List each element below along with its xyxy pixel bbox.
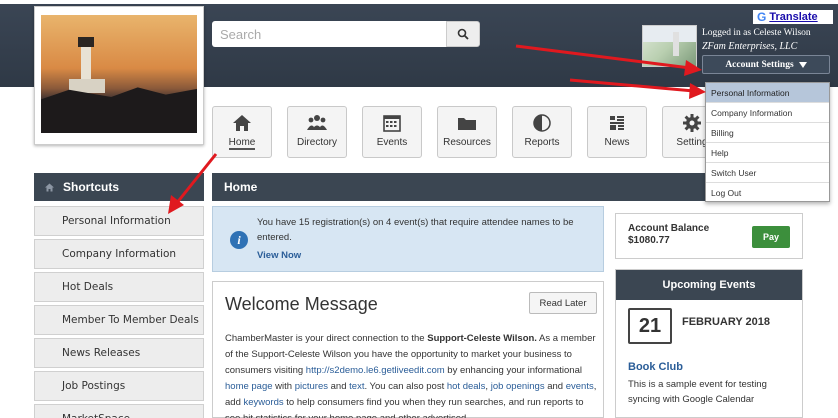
user-info: Logged in as Celeste Wilson ZFam Enterpr… [702, 26, 838, 54]
site-link[interactable]: http://s2demo.le6.getliveedit.com [306, 365, 445, 376]
event-month: FEBRUARY 2018 [682, 316, 771, 328]
google-translate-link[interactable]: G Translate [753, 10, 833, 24]
welcome-title: Welcome Message [225, 294, 378, 314]
logged-in-text: Logged in as Celeste Wilson [702, 28, 811, 38]
job-openings-link[interactable]: job openings [491, 381, 545, 392]
translate-label: Translate [769, 11, 818, 23]
home-icon [45, 183, 54, 191]
events-link[interactable]: events [566, 381, 594, 392]
lighthouse-image [41, 15, 197, 133]
nav-news-label: News [604, 137, 630, 148]
welcome-text: by enhancing your informational [444, 365, 582, 376]
search-button[interactable] [446, 21, 480, 47]
nav-news[interactable]: News [587, 106, 647, 158]
account-settings-menu: Personal Information Company Information… [705, 82, 830, 202]
page-title-bar: Home [212, 173, 704, 201]
shortcut-member-to-member-deals[interactable]: Member To Member Deals [34, 305, 204, 335]
info-icon: i [230, 231, 248, 249]
folder-icon [458, 118, 476, 130]
nav-home-label: Home [228, 137, 256, 150]
account-settings-button[interactable]: Account Settings [702, 55, 830, 74]
account-balance-text: Account Balance $1080.77 [628, 223, 709, 247]
news-icon [610, 116, 624, 130]
welcome-text: . You can also post [364, 381, 447, 392]
notice-message: You have 15 registration(s) on 4 event(s… [257, 217, 574, 243]
lighthouse-lamp [78, 37, 94, 47]
company-name: ZFam Enterprises, LLC [702, 41, 798, 52]
nav-settings-label: Setting [676, 137, 708, 148]
view-now-link[interactable]: View Now [257, 250, 301, 261]
home-page-link[interactable]: home page [225, 381, 273, 392]
search-icon [457, 28, 469, 40]
account-balance-label: Account Balance [628, 223, 710, 234]
shortcut-news-releases[interactable]: News Releases [34, 338, 204, 368]
nav-events-label: Events [376, 137, 408, 148]
menu-item-switch-user[interactable]: Switch User [706, 163, 829, 183]
calendar-icon [383, 115, 401, 132]
welcome-text: and [544, 381, 566, 392]
account-balance-panel: Account Balance $1080.77 Pay [615, 213, 803, 259]
shortcuts-title: Shortcuts [63, 180, 120, 194]
google-g-icon: G [757, 10, 767, 24]
event-description: This is a sample event for testing synci… [628, 379, 767, 405]
menu-item-billing[interactable]: Billing [706, 123, 829, 143]
nav-reports[interactable]: Reports [512, 106, 572, 158]
gear-icon [683, 114, 701, 132]
account-balance-amount: $1080.77 [628, 235, 670, 246]
keywords-link[interactable]: keywords [244, 397, 284, 408]
read-later-button[interactable]: Read Later [529, 292, 597, 314]
nav-directory[interactable]: Directory [287, 106, 347, 158]
nav-events[interactable]: Events [362, 106, 422, 158]
menu-item-log-out[interactable]: Log Out [706, 183, 829, 203]
nav-resources[interactable]: Resources [437, 106, 497, 158]
upcoming-events-panel: Upcoming Events 21 FEBRUARY 2018 Book Cl… [615, 269, 803, 418]
organization-logo[interactable] [34, 6, 204, 145]
home-icon [233, 115, 251, 131]
pie-chart-icon [533, 114, 551, 132]
shortcut-job-postings[interactable]: Job Postings [34, 371, 204, 401]
shortcut-company-information[interactable]: Company Information [34, 239, 204, 269]
event-day: 21 [628, 308, 672, 344]
search-input[interactable] [212, 21, 446, 47]
avatar[interactable] [642, 25, 697, 67]
welcome-panel: Welcome Message Read Later ChamberMaster… [212, 281, 604, 418]
shortcut-hot-deals[interactable]: Hot Deals [34, 272, 204, 302]
avatar-sky [643, 26, 696, 42]
shortcuts-header: Shortcuts [34, 173, 204, 201]
pictures-link[interactable]: pictures [295, 381, 328, 392]
welcome-body: ChamberMaster is your direct connection … [225, 331, 597, 418]
attendee-notice: i You have 15 registration(s) on 4 event… [212, 206, 604, 272]
avatar-tower [673, 32, 679, 56]
shortcut-marketspace[interactable]: MarketSpace [34, 404, 204, 418]
people-icon [307, 115, 327, 130]
nav-reports-label: Reports [524, 137, 560, 148]
welcome-org-name: Support-Celeste Wilson. [427, 333, 537, 344]
account-settings-label: Account Settings [725, 59, 794, 70]
hot-deals-link[interactable]: hot deals [447, 381, 486, 392]
header-top-strip [0, 0, 838, 4]
nav-resources-label: Resources [443, 137, 491, 148]
shortcut-personal-information[interactable]: Personal Information [34, 206, 204, 236]
welcome-text: ChamberMaster is your direct connection … [225, 333, 428, 344]
pay-button[interactable]: Pay [752, 226, 790, 248]
page-title: Home [224, 180, 258, 194]
nav-home[interactable]: Home [212, 106, 272, 158]
menu-item-personal-information[interactable]: Personal Information [706, 83, 829, 103]
text-link[interactable]: text [349, 381, 364, 392]
welcome-text: with [272, 381, 295, 392]
cliff-silhouette [41, 87, 197, 133]
menu-item-company-information[interactable]: Company Information [706, 103, 829, 123]
caret-down-icon [798, 61, 807, 68]
welcome-text: and [328, 381, 350, 392]
page: G Translate Logged in as Celeste Wilson … [0, 0, 838, 418]
upcoming-events-title: Upcoming Events [616, 270, 802, 300]
menu-item-help[interactable]: Help [706, 143, 829, 163]
event-title-link[interactable]: Book Club [628, 361, 683, 373]
nav-directory-label: Directory [296, 137, 337, 148]
